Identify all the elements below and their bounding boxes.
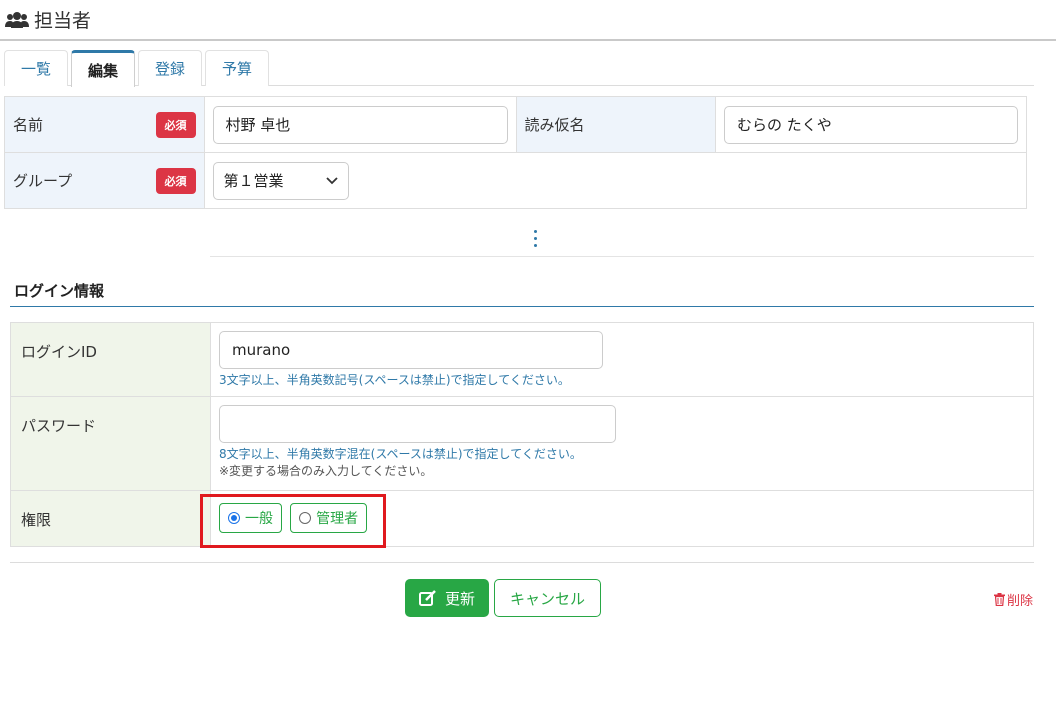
name-label-cell: 名前 必須 [4,96,205,153]
kana-label: 読み仮名 [524,116,585,134]
name-label: 名前 [13,116,44,134]
tab-budget[interactable]: 予算 [205,50,270,86]
highlight-box [200,494,386,548]
kana-input-cell: むらの たくや [715,96,1027,153]
divider [210,256,1034,257]
kana-input[interactable]: むらの たくや [724,105,1018,144]
group-label-cell: グループ 必須 [4,152,205,209]
role-label: 権限 [10,490,211,547]
delete-link[interactable]: 削除 [994,590,1033,609]
group-select-cell: 第１営業 [203,152,1027,209]
name-input[interactable]: 村野 卓也 [212,105,508,144]
login-info-form: ログインID murano 3文字以上、半角英数記号(スペースは禁止)で指定して… [10,322,1034,547]
kana-label-cell: 読み仮名 [515,96,716,153]
tab-edit[interactable]: 編集 [71,50,136,87]
more-options-icon[interactable] [532,230,538,250]
tab-list[interactable]: 一覧 [4,50,69,86]
password-cell: 8文字以上、半角英数字混在(スペースは禁止)で指定してください。 ※変更する場合… [210,396,1034,491]
tab-register[interactable]: 登録 [138,50,203,86]
login-id-cell: murano 3文字以上、半角英数記号(スペースは禁止)で指定してください。 [210,322,1034,397]
cancel-button[interactable]: キャンセル [494,579,601,617]
name-input-cell: 村野 卓也 [203,96,517,153]
group-select-value: 第１営業 [223,172,284,190]
page-header: 担当者 [0,0,1056,41]
trash-icon [994,593,1005,606]
required-badge: 必須 [155,111,196,138]
users-icon [5,11,29,28]
login-id-input[interactable]: murano [219,331,603,369]
login-id-help: 3文字以上、半角英数記号(スペースは禁止)で指定してください。 [219,373,570,387]
password-input[interactable] [219,405,616,443]
update-button[interactable]: 更新 [405,579,489,617]
edit-icon [418,590,436,606]
divider [10,306,1034,307]
update-button-label: 更新 [444,590,475,608]
login-id-label: ログインID [10,322,211,397]
required-badge: 必須 [155,167,196,194]
page-title: 担当者 [34,10,92,32]
divider [10,562,1034,563]
password-label: パスワード [10,396,211,491]
basic-info-form: 名前 必須 村野 卓也 読み仮名 むらの たくや グループ 必須 第１営業 [4,96,1027,209]
chevron-down-icon [325,176,338,184]
password-help: 8文字以上、半角英数字混在(スペースは禁止)で指定してください。 [219,447,582,461]
password-help-note: ※変更する場合のみ入力してください。 [219,464,433,478]
tab-bar: 一覧 編集 登録 予算 [4,50,1034,87]
group-select[interactable]: 第１営業 [212,161,349,200]
delete-link-label: 削除 [1007,594,1034,609]
login-section-title: ログイン情報 [14,282,105,300]
group-label: グループ [13,172,73,190]
